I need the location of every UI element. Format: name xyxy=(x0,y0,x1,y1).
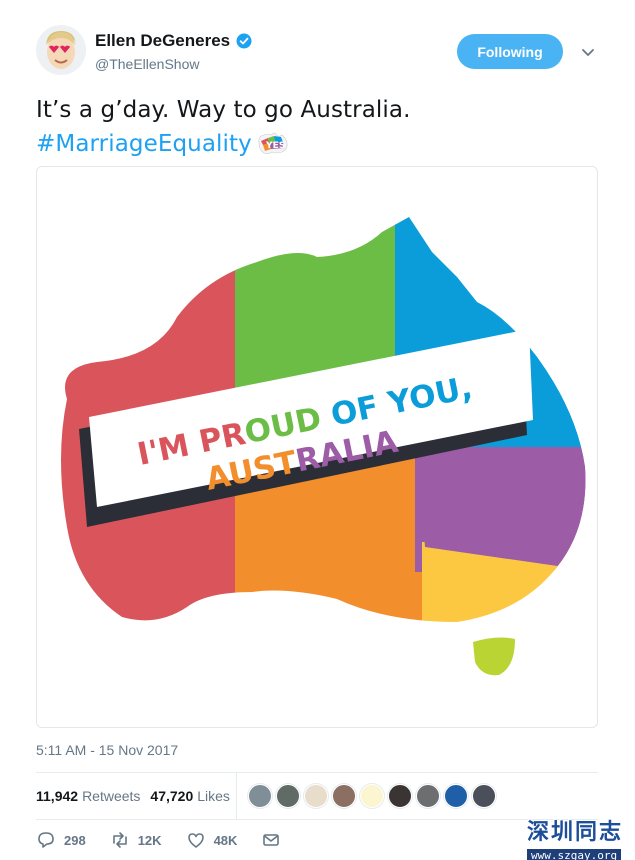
liker-avatar[interactable] xyxy=(388,784,412,808)
liker-avatar[interactable] xyxy=(276,784,300,808)
tweet-timestamp[interactable]: 5:11 AM - 15 Nov 2017 xyxy=(36,742,178,758)
liker-avatar[interactable] xyxy=(332,784,356,808)
tweet-text: It’s a g’day. Way to go Australia. #Marr… xyxy=(36,93,411,161)
tweet-hashtag-line: #MarriageEquality YES xyxy=(36,127,411,161)
like-count: 48K xyxy=(213,832,238,848)
australia-pride-map: I'M PROUD OF YOU, AUSTRALIA xyxy=(61,217,586,676)
reply-count: 298 xyxy=(64,832,86,848)
watermark-logo: 深圳同志 www.szgay.org xyxy=(527,814,631,860)
hashtag-link[interactable]: #MarriageEquality xyxy=(36,127,252,161)
liker-avatar[interactable] xyxy=(444,784,468,808)
avatar-heart-eyes xyxy=(36,25,86,75)
author-name[interactable]: Ellen DeGeneres xyxy=(95,31,230,51)
likers-avatars xyxy=(248,784,496,808)
tweet-stats: 11,942 Retweets 47,720 Likes xyxy=(36,773,240,819)
map-region-tasmania xyxy=(473,637,515,676)
likes-count: 47,720 xyxy=(150,788,194,804)
likes-stat[interactable]: 47,720 Likes xyxy=(150,788,230,804)
reply-icon xyxy=(38,832,54,848)
watermark-text: 深圳同志 xyxy=(527,820,624,845)
retweet-icon xyxy=(112,832,127,848)
map-region-yellow xyxy=(422,542,586,622)
author-handle[interactable]: @TheEllenShow xyxy=(95,56,252,72)
following-button[interactable]: Following xyxy=(457,34,563,69)
retweets-count: 11,942 xyxy=(36,788,79,804)
watermark-url: www.szgay.org xyxy=(527,849,622,860)
retweet-button[interactable]: 12K xyxy=(110,830,162,850)
retweets-label: Retweets xyxy=(82,788,141,804)
likes-label: Likes xyxy=(197,788,230,804)
heart-icon xyxy=(187,833,204,848)
retweet-count: 12K xyxy=(137,832,162,848)
chevron-down-icon[interactable] xyxy=(580,44,596,60)
retweets-stat[interactable]: 11,942 Retweets xyxy=(36,788,140,804)
liker-avatar[interactable] xyxy=(248,784,272,808)
like-button[interactable]: 48K xyxy=(186,830,238,850)
tweet-actions: 298 12K 48K xyxy=(36,830,305,850)
avatar[interactable] xyxy=(36,25,86,75)
tweet-media-image[interactable]: I'M PROUD OF YOU, AUSTRALIA xyxy=(36,166,598,728)
yes-hashflag-icon: YES xyxy=(258,132,288,155)
stats-separator xyxy=(236,773,237,819)
verified-badge-icon xyxy=(236,33,252,49)
divider-bottom xyxy=(36,819,598,820)
svg-text:YES: YES xyxy=(265,141,285,151)
liker-avatar[interactable] xyxy=(304,784,328,808)
direct-message-button[interactable] xyxy=(261,830,281,850)
author-block: Ellen DeGeneres @TheEllenShow xyxy=(95,31,252,72)
name-row: Ellen DeGeneres xyxy=(95,31,252,51)
liker-avatar[interactable] xyxy=(472,784,496,808)
liker-avatar[interactable] xyxy=(416,784,440,808)
tweet-text-line: It’s a g’day. Way to go Australia. xyxy=(36,97,411,123)
envelope-icon xyxy=(263,834,280,846)
reply-button[interactable]: 298 xyxy=(36,830,86,850)
liker-avatar[interactable] xyxy=(360,784,384,808)
